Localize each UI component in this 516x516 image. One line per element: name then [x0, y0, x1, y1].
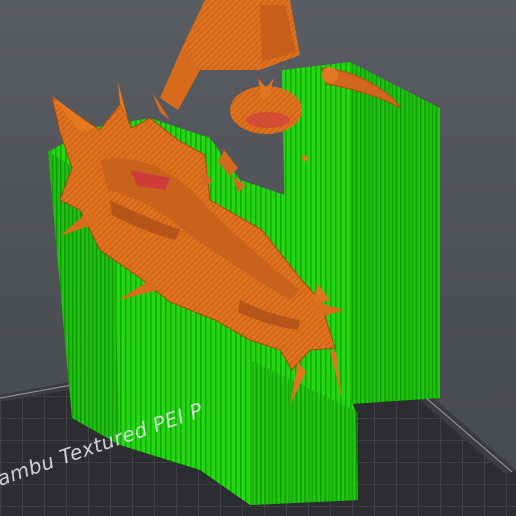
slicer-3d-viewport[interactable]: ambu Textured PEI P [0, 0, 516, 516]
